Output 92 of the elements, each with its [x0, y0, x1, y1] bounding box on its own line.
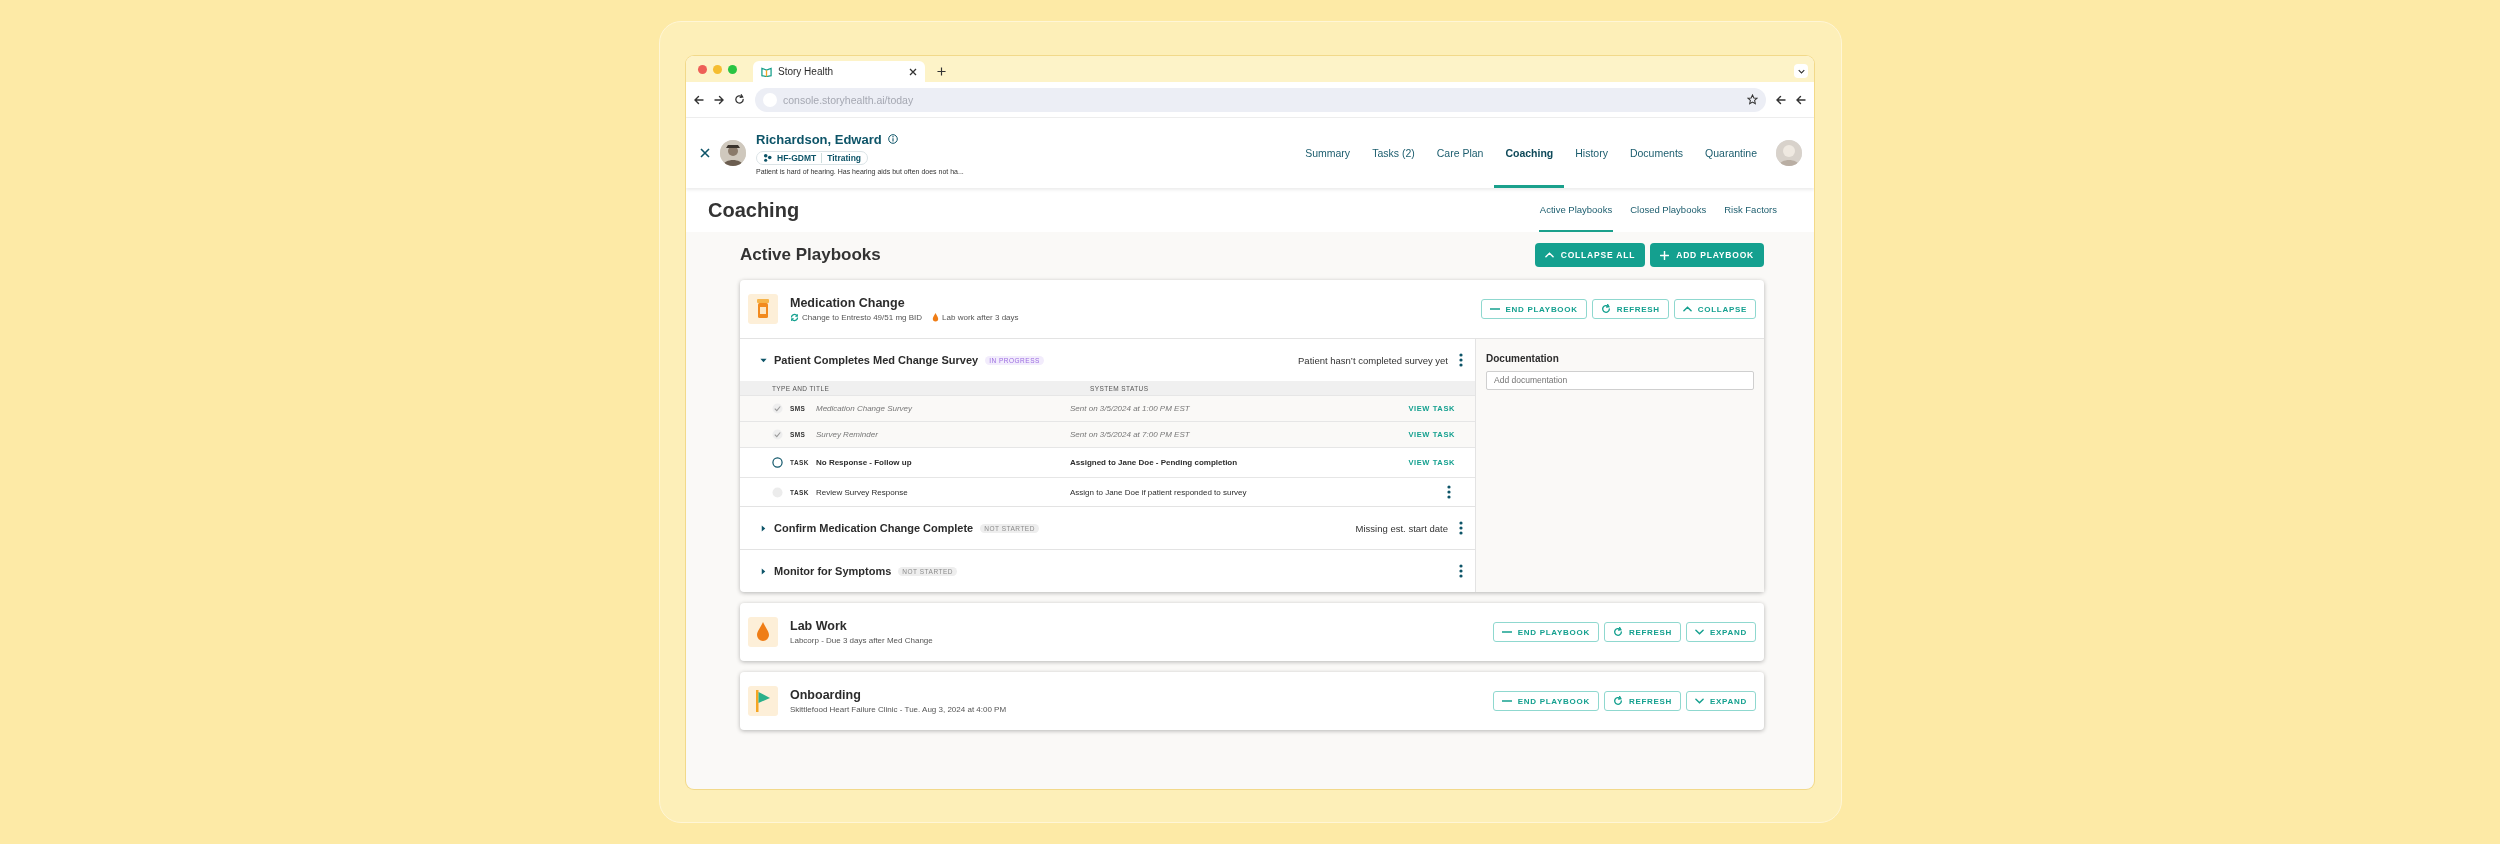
refresh-button[interactable]: REFRESH: [1603, 622, 1682, 642]
task-title: Medication Change Survey: [816, 404, 914, 413]
nav-tab[interactable]: Tasks (2): [1361, 121, 1426, 188]
avatar-icon: [720, 140, 746, 166]
drop-icon: [932, 313, 940, 322]
book-icon: [761, 66, 772, 77]
task-status: Sent on 3/5/2024 at 7:00 PM EST: [1070, 430, 1191, 439]
documentation-field[interactable]: Add documentation: [1486, 370, 1754, 390]
sub-tab[interactable]: Active Playbooks: [1538, 188, 1614, 232]
more-icon: [1459, 564, 1463, 578]
drop-icon: [756, 622, 770, 642]
plus-icon[interactable]: [937, 67, 946, 76]
playbook-detail: Change to Entresto 49/51 mg BID: [802, 313, 923, 322]
playbook-detail: Lab work after 3 days: [942, 313, 1019, 322]
back-icon[interactable]: [694, 94, 704, 105]
tag-label: HF-GDMT: [777, 152, 817, 163]
refresh-icon: [1600, 304, 1611, 314]
step-note: Patient hasn’t completed survey yet: [1298, 354, 1448, 366]
open-circle-icon: [772, 457, 783, 468]
playbook-detail: Labcorp - Due 3 days after Med Change: [790, 636, 933, 645]
playbook-detail: Skittlefood Heart Failure Clinic - Tue. Aug 3, 2024 at 4:00 PM: [790, 705, 1007, 714]
check-circle-icon: [772, 429, 783, 440]
minus-icon: [1501, 631, 1512, 633]
refresh-button[interactable]: REFRESH: [1603, 691, 1682, 711]
step-title: Patient Completes Med Change Survey: [774, 354, 979, 366]
nav-tab[interactable]: Summary: [1294, 121, 1362, 188]
check-circle-icon: [772, 403, 783, 414]
add-playbook-button[interactable]: ADD PLAYBOOK: [1650, 243, 1764, 267]
step-title: Confirm Medication Change Complete: [774, 522, 974, 534]
info-icon[interactable]: [887, 134, 898, 144]
task-title: Survey Reminder: [816, 430, 879, 439]
task-title: No Response - Follow up: [816, 458, 913, 467]
expand-button[interactable]: EXPAND: [1686, 691, 1756, 711]
nav-tab[interactable]: History: [1564, 121, 1619, 188]
tag-label: Titrating: [827, 152, 862, 163]
collapse-button[interactable]: COLLAPSE: [1673, 299, 1756, 319]
end-playbook-button[interactable]: END PLAYBOOK: [1492, 622, 1599, 642]
more-icon: [1459, 521, 1463, 535]
chevron-down-icon: [1695, 698, 1705, 704]
minus-icon: [1489, 308, 1500, 310]
minus-icon: [1501, 700, 1512, 702]
chevron-up-icon: [1682, 306, 1692, 312]
back-icon[interactable]: [1776, 94, 1786, 105]
section-title: Active Playbooks: [740, 245, 882, 265]
molecule-icon: [763, 153, 772, 162]
end-playbook-button[interactable]: END PLAYBOOK: [1480, 299, 1587, 319]
plus-icon: [1660, 250, 1670, 260]
nav-tab[interactable]: Care Plan: [1425, 121, 1495, 188]
end-playbook-button[interactable]: END PLAYBOOK: [1492, 691, 1599, 711]
reload-icon[interactable]: [734, 94, 745, 105]
task-status: Assign to Jane Doe if patient responded to survey: [1070, 487, 1248, 497]
patient-name[interactable]: Richardson, Edward: [756, 131, 882, 147]
flag-icon: [755, 690, 771, 712]
chevron-up-icon: [1544, 252, 1554, 258]
chevron-down-icon: [1695, 629, 1705, 635]
step-title: Monitor for Symptoms: [774, 565, 892, 577]
sub-tab[interactable]: Closed Playbooks: [1629, 188, 1708, 232]
step-note: Missing est. start date: [1355, 522, 1448, 534]
task-status: Assigned to Jane Doe - Pending completion: [1070, 458, 1239, 467]
task-title: Review Survey Response: [816, 487, 909, 497]
pill-bottle-icon: [755, 299, 771, 319]
expand-button[interactable]: EXPAND: [1686, 622, 1756, 642]
more-icon: [1459, 353, 1463, 367]
more-icon: [1447, 485, 1451, 499]
back-icon[interactable]: [1796, 94, 1806, 105]
documentation-title: Documentation: [1486, 353, 1560, 364]
task-status: Sent on 3/5/2024 at 1:00 PM EST: [1070, 404, 1191, 413]
sub-tab[interactable]: Risk Factors: [1723, 188, 1778, 232]
forward-icon[interactable]: [714, 94, 724, 105]
cycle-icon: [790, 313, 799, 322]
playbook-title: Onboarding: [790, 688, 862, 702]
address-bar[interactable]: console.storyhealth.ai/today: [755, 87, 1766, 112]
close-icon[interactable]: [909, 67, 917, 76]
star-icon[interactable]: [1747, 94, 1758, 105]
caret-right-icon[interactable]: [760, 567, 767, 575]
caret-right-icon[interactable]: [760, 524, 767, 532]
refresh-button[interactable]: REFRESH: [1591, 299, 1669, 319]
tab-title: Story Health: [778, 66, 835, 77]
chevron-down-icon: [1797, 68, 1805, 74]
playbook-title: Lab Work: [790, 619, 848, 633]
browser-tab[interactable]: Story Health: [753, 61, 925, 82]
nav-tab[interactable]: Quarantine: [1694, 121, 1768, 188]
close-icon[interactable]: [700, 148, 710, 158]
url-text: console.storyhealth.ai/today: [783, 93, 915, 106]
refresh-icon: [1612, 627, 1623, 637]
tab-list-button[interactable]: [1794, 64, 1808, 78]
caret-down-icon[interactable]: [760, 356, 767, 364]
page-title: Coaching: [708, 198, 801, 222]
playbook-title: Medication Change: [790, 296, 906, 310]
collapse-all-button[interactable]: COLLAPSE ALL: [1534, 243, 1646, 267]
refresh-icon: [1612, 696, 1623, 706]
nav-tab[interactable]: Documents: [1618, 121, 1695, 188]
